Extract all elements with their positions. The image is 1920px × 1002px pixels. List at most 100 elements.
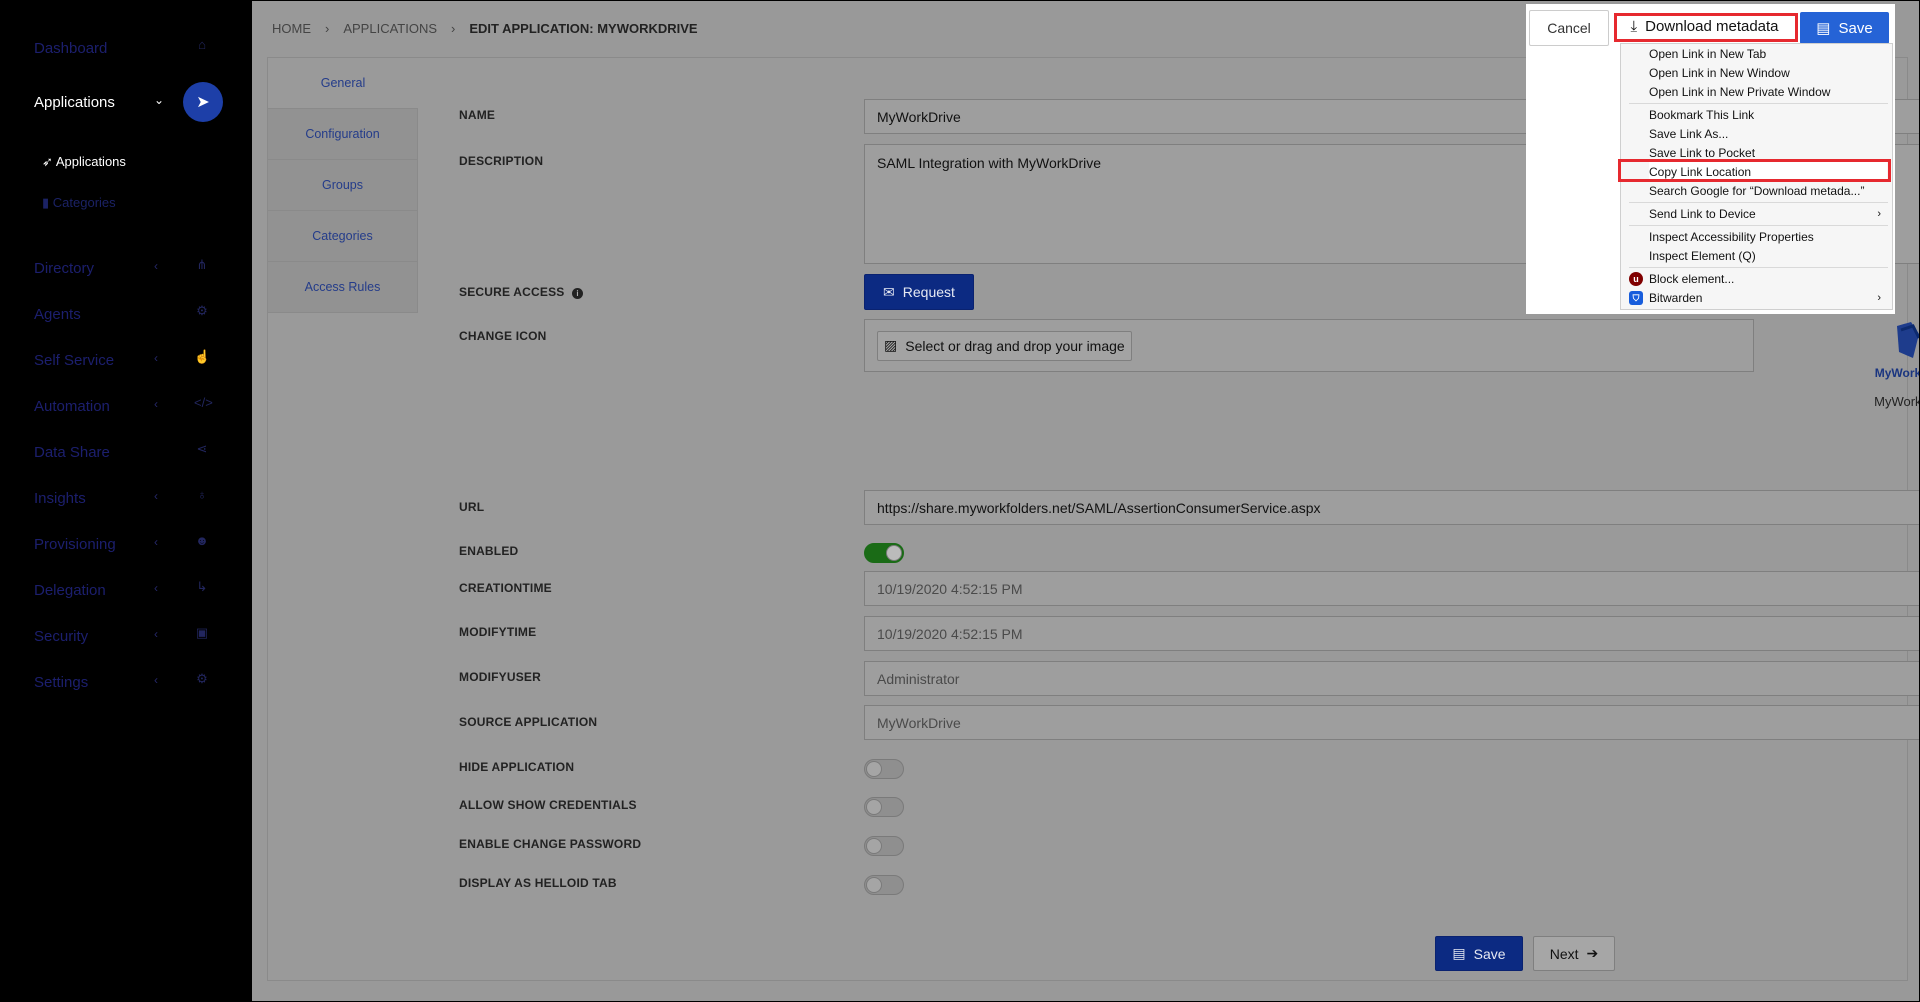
floppy-disk-icon: ▤ — [1816, 20, 1831, 37]
menu-item-label: Send Link to Device — [1649, 206, 1756, 221]
modifytime-label: MODIFYTIME — [459, 625, 537, 639]
rocket-icon[interactable]: ➤ — [183, 82, 223, 122]
creationtime-label: CREATIONTIME — [459, 581, 552, 595]
toggle-knob — [886, 545, 902, 561]
secure-access-label: SECURE ACCESS i — [459, 285, 584, 299]
chevron-left-icon: ‹ — [154, 259, 158, 273]
hide-application-toggle[interactable] — [864, 759, 904, 779]
envelope-icon: ✉ — [883, 283, 895, 300]
hide-application-label: HIDE APPLICATION — [459, 760, 575, 774]
menu-item-inspect-element[interactable]: Inspect Element (Q) — [1649, 246, 1887, 265]
chevron-right-icon: › — [325, 21, 330, 36]
image-dropzone[interactable]: ▨ Select or drag and drop your image — [864, 319, 1754, 372]
breadcrumb-applications[interactable]: APPLICATIONS — [343, 21, 437, 36]
url-input[interactable]: https://share.myworkfolders.net/SAML/Ass… — [864, 490, 1919, 525]
breadcrumb-home[interactable]: HOME — [272, 21, 311, 36]
tab-categories[interactable]: Categories — [268, 211, 418, 262]
app-logo-image — [1889, 320, 1919, 360]
menu-item-search-google[interactable]: Search Google for “Download metada...” — [1649, 181, 1887, 200]
sidebar-item-security[interactable]: Security ‹ ▣ — [34, 621, 224, 651]
change-icon-label: CHANGE ICON — [459, 329, 547, 343]
lock-icon: ▣ — [195, 625, 209, 640]
sidebar-item-settings[interactable]: Settings ‹ ⚙ — [34, 667, 224, 697]
menu-item-save-link-as[interactable]: Save Link As... — [1649, 124, 1887, 143]
enable-change-password-toggle[interactable] — [864, 836, 904, 856]
lightbulb-icon: ♁ — [197, 487, 207, 502]
next-button[interactable]: Next ➔ — [1533, 936, 1615, 971]
sidebar-subitem-categories[interactable]: ▮ Categories — [42, 195, 116, 211]
menu-item-bookmark-link[interactable]: Bookmark This Link — [1649, 105, 1887, 124]
app-logo-caption: MyWorkDrive — [1874, 394, 1919, 409]
chevron-left-icon: ‹ — [154, 489, 158, 503]
source-application-label: SOURCE APPLICATION — [459, 715, 598, 729]
bitwarden-icon: ⛉ — [1629, 291, 1643, 305]
breadcrumb-current: EDIT APPLICATION: MYWORKDRIVE — [469, 21, 698, 36]
display-as-helloid-tab-toggle[interactable] — [864, 875, 904, 895]
gear-icon: ⚙ — [196, 671, 208, 686]
tab-access-rules[interactable]: Access Rules — [268, 262, 418, 313]
menu-item-block-element[interactable]: u Block element... — [1629, 269, 1887, 288]
footer-save-button[interactable]: ▤ Save — [1435, 936, 1523, 971]
menu-item-open-new-tab[interactable]: Open Link in New Tab — [1649, 44, 1887, 63]
arrow-right-icon: ➔ — [1586, 945, 1599, 961]
menu-item-open-private-window[interactable]: Open Link in New Private Window — [1649, 82, 1887, 101]
home-icon: ⌂ — [198, 37, 206, 52]
tab-configuration[interactable]: Configuration — [268, 109, 418, 160]
select-image-label: Select or drag and drop your image — [905, 337, 1125, 354]
toggle-knob — [866, 877, 882, 893]
cogs-icon: ⚙ — [196, 303, 208, 318]
secure-access-label-text: SECURE ACCESS — [459, 285, 565, 299]
sidebar-item-insights[interactable]: Insights ‹ ♁ — [34, 483, 224, 513]
enabled-label: ENABLED — [459, 544, 519, 558]
sidebar-item-directory[interactable]: Directory ‹ ⋔ — [34, 253, 224, 283]
sitemap-icon: ⋔ — [196, 257, 208, 272]
sidebar-item-provisioning[interactable]: Provisioning ‹ ☻ — [34, 529, 224, 559]
cancel-button-label: Cancel — [1547, 20, 1591, 36]
chevron-left-icon: ‹ — [154, 351, 158, 365]
header-save-button[interactable]: ▤ Save — [1800, 12, 1889, 44]
sidebar-item-data-share[interactable]: Data Share ⋖ — [34, 437, 224, 467]
menu-item-inspect-accessibility[interactable]: Inspect Accessibility Properties — [1649, 227, 1887, 246]
menu-item-open-new-window[interactable]: Open Link in New Window — [1649, 63, 1887, 82]
request-button[interactable]: ✉ Request — [864, 274, 974, 310]
enable-change-password-label: ENABLE CHANGE PASSWORD — [459, 837, 642, 851]
myworkdrive-logo-icon — [1897, 322, 1919, 358]
sidebar-subitem-applications[interactable]: ➶ Applications — [42, 154, 126, 170]
chevron-left-icon: ‹ — [154, 397, 158, 411]
chevron-down-icon: ⌄ — [154, 93, 165, 107]
sidebar-item-automation[interactable]: Automation ‹ </> — [34, 391, 224, 421]
modifytime-field: 10/19/2020 4:52:15 PM — [864, 616, 1919, 651]
image-icon: ▨ — [884, 337, 898, 353]
menu-separator — [1629, 202, 1888, 203]
menu-separator — [1629, 103, 1888, 104]
chevron-right-icon: › — [1877, 207, 1881, 220]
share-icon: ⋖ — [196, 441, 208, 456]
rocket-icon: ➶ — [42, 154, 53, 169]
sidebar-item-self-service[interactable]: Self Service ‹ ☝ — [34, 345, 224, 375]
breadcrumb: HOME › APPLICATIONS › EDIT APPLICATION: … — [272, 21, 698, 36]
description-label: DESCRIPTION — [459, 154, 544, 168]
hand-pointer-icon: ☝ — [194, 349, 211, 364]
url-label: URL — [459, 500, 485, 514]
source-application-field: MyWorkDrive — [864, 705, 1919, 740]
enabled-toggle[interactable] — [864, 543, 904, 563]
cancel-button[interactable]: Cancel — [1529, 10, 1609, 46]
chevron-left-icon: ‹ — [154, 581, 158, 595]
menu-item-label: Bitwarden — [1649, 290, 1703, 305]
sidebar-item-agents[interactable]: Agents ⚙ — [34, 299, 224, 329]
floppy-disk-icon: ▤ — [1452, 945, 1466, 961]
menu-item-bitwarden[interactable]: ⛉ Bitwarden › — [1629, 288, 1887, 307]
modifyuser-field: Administrator — [864, 661, 1919, 696]
sidebar-item-dashboard[interactable]: Dashboard ⌂ — [34, 33, 224, 63]
menu-item-send-to-device[interactable]: Send Link to Device › — [1649, 204, 1887, 223]
tab-list: General Configuration Groups Categories … — [268, 58, 418, 313]
sidebar-subitem-label: Applications — [55, 154, 126, 169]
level-down-icon: ↳ — [196, 579, 208, 594]
select-image-button[interactable]: ▨ Select or drag and drop your image — [877, 330, 1132, 361]
ublock-icon: u — [1629, 272, 1643, 286]
allow-show-credentials-toggle[interactable] — [864, 797, 904, 817]
bookmark-icon: ▮ — [42, 195, 50, 210]
tab-general[interactable]: General — [268, 58, 418, 109]
tab-groups[interactable]: Groups — [268, 160, 418, 211]
sidebar-item-delegation[interactable]: Delegation ‹ ↳ — [34, 575, 224, 605]
